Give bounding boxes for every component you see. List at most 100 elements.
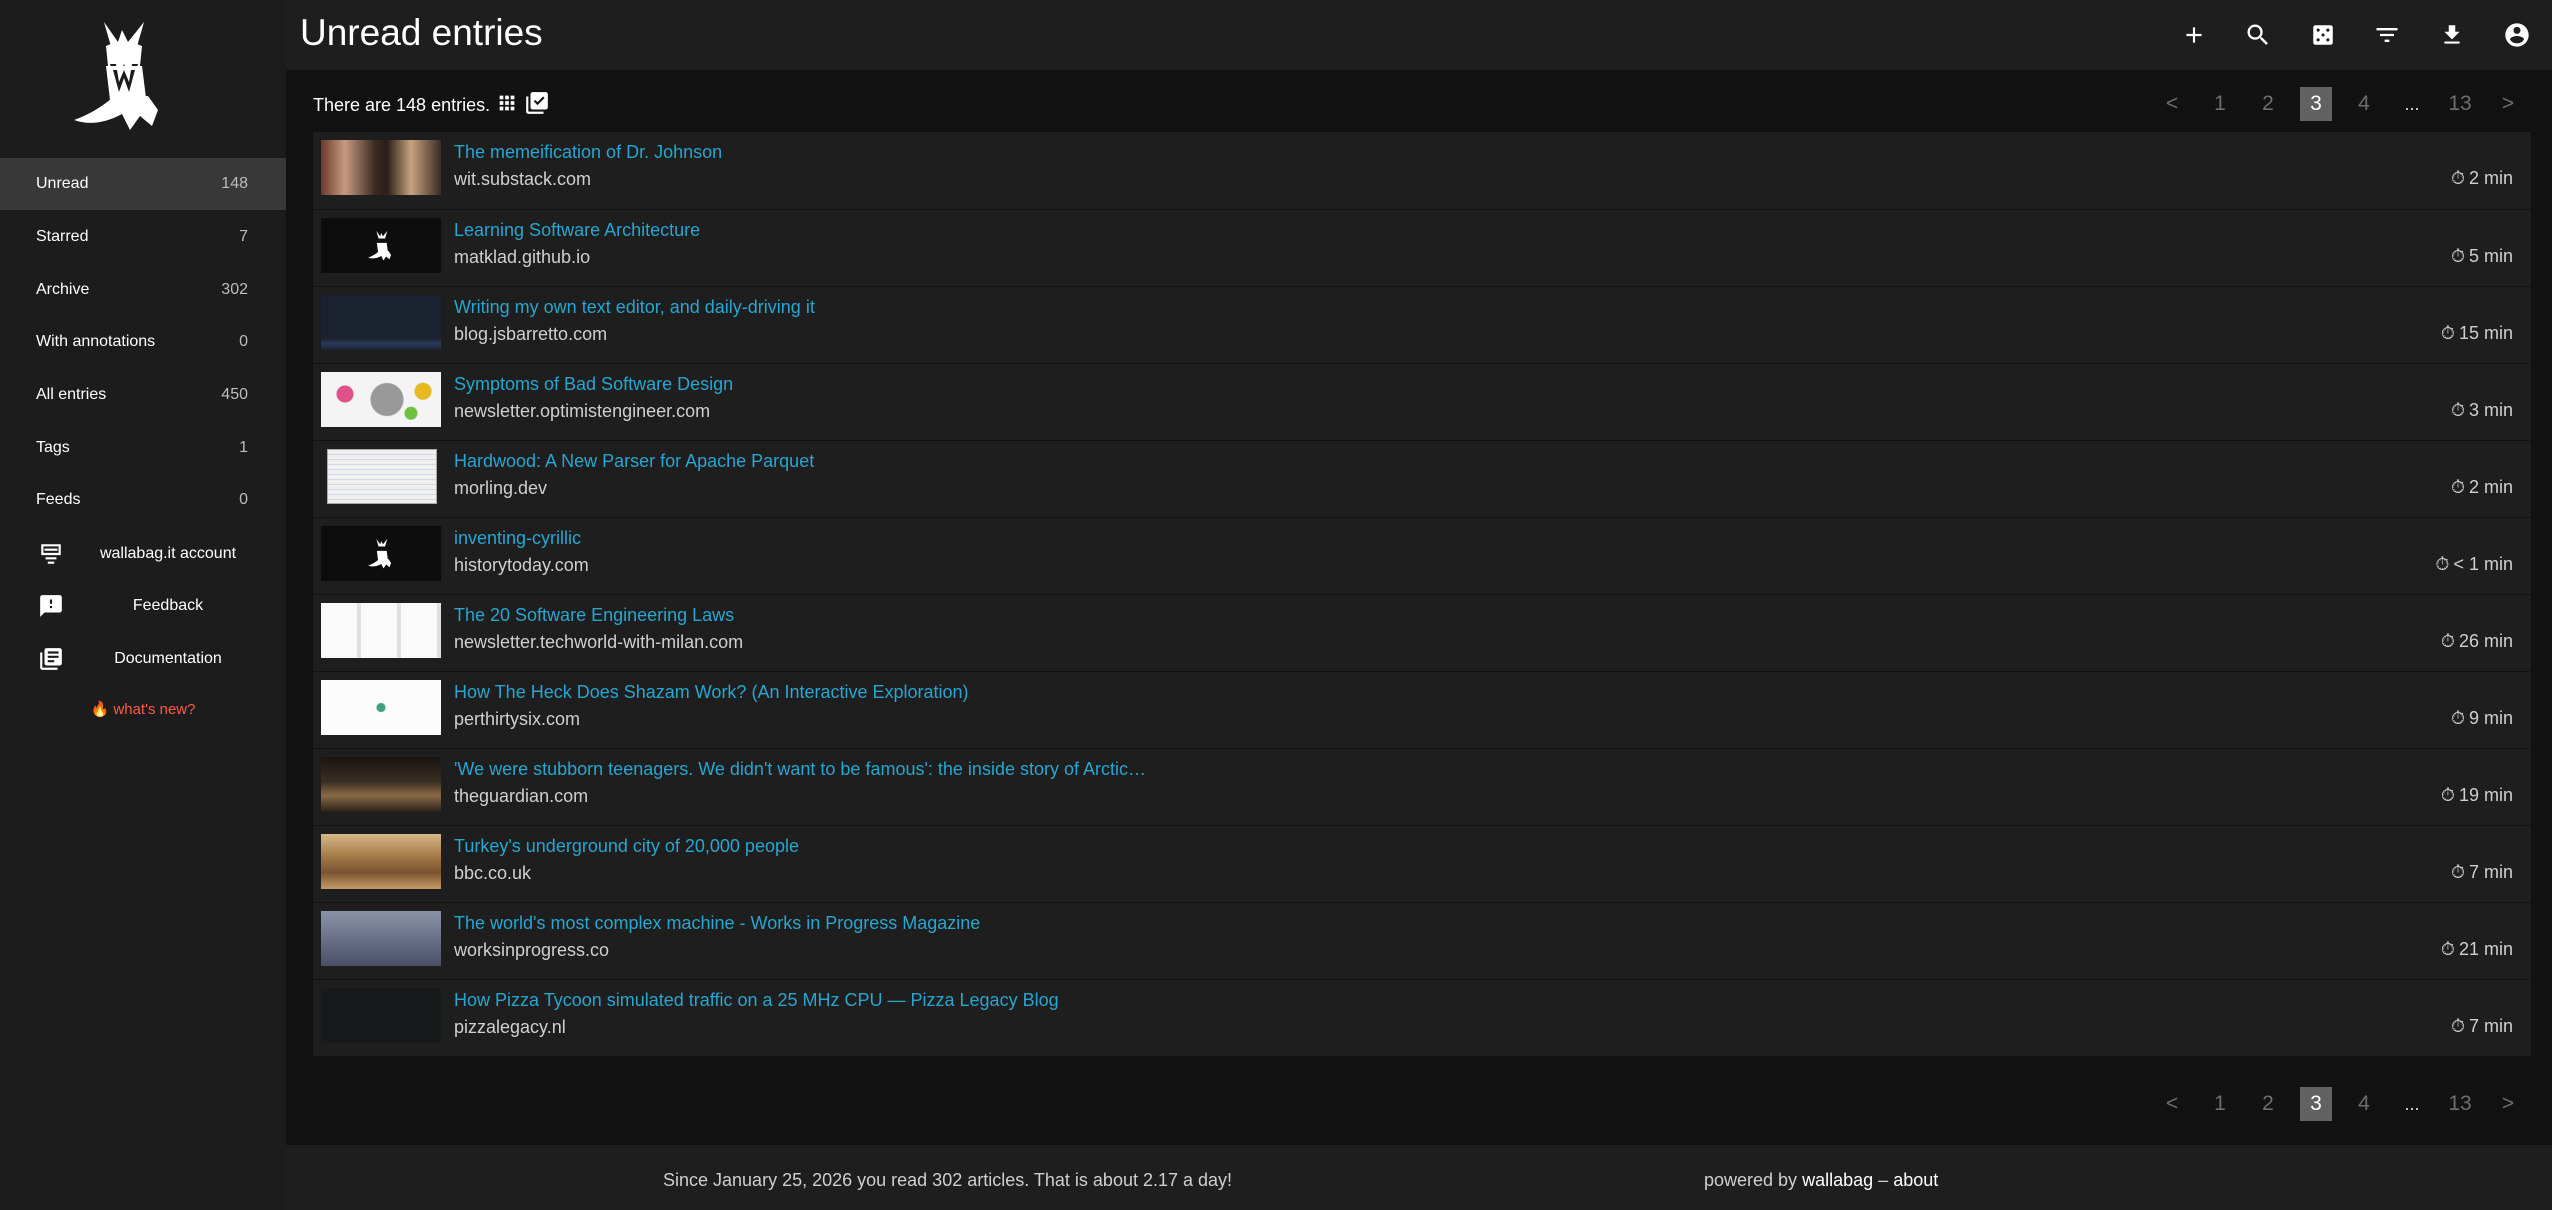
entry-thumbnail[interactable] xyxy=(321,988,441,1043)
reading-time-label: 9 min xyxy=(2468,708,2513,728)
entry-title[interactable]: How The Heck Does Shazam Work? (An Inter… xyxy=(454,682,969,703)
entry-thumbnail[interactable] xyxy=(321,834,441,889)
entry-domain[interactable]: morling.dev xyxy=(454,478,547,499)
entry-domain[interactable]: theguardian.com xyxy=(454,786,588,807)
entry-domain[interactable]: bbc.co.uk xyxy=(454,863,531,884)
entry-list: The memeification of Dr. Johnson wit.sub… xyxy=(313,132,2531,1057)
main-content: There are 148 entries. < 1 2 3 4 ... 13 … xyxy=(286,70,2552,1145)
sidebar-item-annotated[interactable]: With annotations 0 xyxy=(0,316,286,368)
entry-domain[interactable]: wit.substack.com xyxy=(454,169,591,190)
reading-time-label: < 1 min xyxy=(2453,554,2513,574)
export-icon[interactable] xyxy=(2435,18,2469,52)
whats-new-link[interactable]: 🔥 what's new? xyxy=(0,700,286,718)
sidebar-item-all-entries[interactable]: All entries 450 xyxy=(0,369,286,421)
pagination-page[interactable]: 1 xyxy=(2196,87,2244,121)
account-card-icon xyxy=(36,539,66,569)
sidebar-item-unread[interactable]: Unread 148 xyxy=(0,158,286,210)
footer: Since January 25, 2026 you read 302 arti… xyxy=(286,1145,2552,1210)
account-icon[interactable] xyxy=(2500,18,2534,52)
pagination-next[interactable]: > xyxy=(2484,1087,2532,1121)
reading-time-label: 21 min xyxy=(2458,939,2513,959)
entry-thumbnail[interactable] xyxy=(321,603,441,658)
entry-title[interactable]: 'We were stubborn teenagers. We didn't w… xyxy=(454,759,1146,780)
entry-title[interactable]: The 20 Software Engineering Laws xyxy=(454,605,734,626)
entry-row: 'We were stubborn teenagers. We didn't w… xyxy=(313,749,2531,826)
pagination-page-current[interactable]: 3 xyxy=(2292,87,2340,121)
pagination-ellipsis: ... xyxy=(2404,1094,2420,1114)
entry-thumbnail[interactable] xyxy=(321,911,441,966)
entry-title[interactable]: Hardwood: A New Parser for Apache Parque… xyxy=(454,451,814,472)
pagination-page[interactable]: 1 xyxy=(2196,1087,2244,1121)
sidebar-link-wallabag-account[interactable]: wallabag.it account xyxy=(0,528,286,580)
sidebar-link-label: Documentation xyxy=(114,650,222,667)
entry-domain[interactable]: newsletter.optimistengineer.com xyxy=(454,401,710,422)
sidebar-item-label: All entries xyxy=(36,386,107,403)
entry-row: The world's most complex machine - Works… xyxy=(313,903,2531,980)
entry-domain[interactable]: historytoday.com xyxy=(454,555,589,576)
pagination-page[interactable]: 13 xyxy=(2436,87,2484,121)
entry-thumbnail[interactable] xyxy=(321,680,441,735)
entry-title[interactable]: The world's most complex machine - Works… xyxy=(454,913,980,934)
entry-thumbnail[interactable] xyxy=(327,449,437,504)
pagination-page-current[interactable]: 3 xyxy=(2292,1087,2340,1121)
sidebar-item-count: 302 xyxy=(221,281,248,298)
random-icon[interactable] xyxy=(2306,18,2340,52)
entry-thumbnail[interactable] xyxy=(321,295,441,350)
entry-thumbnail[interactable] xyxy=(321,218,441,273)
sidebar-item-feeds[interactable]: Feeds 0 xyxy=(0,474,286,526)
add-icon[interactable] xyxy=(2177,18,2211,52)
entry-domain[interactable]: worksinprogress.co xyxy=(454,940,609,961)
sidebar-link-documentation[interactable]: Documentation xyxy=(0,633,286,685)
about-link[interactable]: about xyxy=(1893,1170,1938,1190)
pagination-next[interactable]: > xyxy=(2484,87,2532,121)
pagination-page[interactable]: 2 xyxy=(2244,87,2292,121)
wallabag-logo[interactable] xyxy=(66,20,176,135)
entry-domain[interactable]: blog.jsbarretto.com xyxy=(454,324,607,345)
entry-title[interactable]: The memeification of Dr. Johnson xyxy=(454,142,722,163)
sidebar-item-starred[interactable]: Starred 7 xyxy=(0,211,286,263)
timer-icon: ⏱ xyxy=(2440,323,2455,343)
sidebar-link-label: wallabag.it account xyxy=(99,545,237,562)
filter-icon[interactable] xyxy=(2370,18,2404,52)
grid-view-icon[interactable] xyxy=(496,92,518,119)
entry-title[interactable]: Writing my own text editor, and daily-dr… xyxy=(454,297,815,318)
entry-thumbnail[interactable] xyxy=(321,140,441,195)
reading-time: ⏱ < 1 min xyxy=(2435,554,2513,575)
pagination-top: < 1 2 3 4 ... 13 > xyxy=(2148,87,2532,121)
entry-title[interactable]: Learning Software Architecture xyxy=(454,220,700,241)
wallabag-link[interactable]: wallabag xyxy=(1802,1170,1873,1190)
entry-title[interactable]: Turkey's underground city of 20,000 peop… xyxy=(454,836,799,857)
timer-icon: ⏱ xyxy=(2450,862,2465,882)
entry-thumbnail[interactable] xyxy=(321,526,441,581)
sidebar-item-tags[interactable]: Tags 1 xyxy=(0,422,286,474)
reading-time: ⏱ 15 min xyxy=(2441,323,2513,344)
pagination-prev[interactable]: < xyxy=(2148,87,2196,121)
pagination-page[interactable]: 4 xyxy=(2340,87,2388,121)
pagination-prev[interactable]: < xyxy=(2148,1087,2196,1121)
pagination-page[interactable]: 13 xyxy=(2436,1087,2484,1121)
reading-time: ⏱ 7 min xyxy=(2451,1016,2513,1037)
entry-thumbnail[interactable] xyxy=(321,372,441,427)
whats-new-label: what's new? xyxy=(113,701,196,718)
entry-title[interactable]: How Pizza Tycoon simulated traffic on a … xyxy=(454,990,1059,1011)
pagination-page[interactable]: 4 xyxy=(2340,1087,2388,1121)
search-icon[interactable] xyxy=(2241,18,2275,52)
entry-domain[interactable]: perthirtysix.com xyxy=(454,709,580,730)
sidebar-link-feedback[interactable]: Feedback xyxy=(0,580,286,632)
entries-info: There are 148 entries. xyxy=(313,90,550,121)
timer-icon: ⏱ xyxy=(2440,631,2455,651)
entry-domain[interactable]: pizzalegacy.nl xyxy=(454,1017,566,1038)
sidebar-item-archive[interactable]: Archive 302 xyxy=(0,264,286,316)
entry-domain[interactable]: matklad.github.io xyxy=(454,247,590,268)
entry-title[interactable]: Symptoms of Bad Software Design xyxy=(454,374,733,395)
reading-time-label: 26 min xyxy=(2458,631,2513,651)
timer-icon: ⏱ xyxy=(2440,939,2455,959)
pagination-page[interactable]: 2 xyxy=(2244,1087,2292,1121)
pagination-bottom: < 1 2 3 4 ... 13 > xyxy=(2148,1087,2532,1121)
entry-domain[interactable]: newsletter.techworld-with-milan.com xyxy=(454,632,743,653)
mass-select-icon[interactable] xyxy=(524,90,550,121)
entry-thumbnail[interactable] xyxy=(321,757,441,812)
reading-time: ⏱ 7 min xyxy=(2451,862,2513,883)
entry-title[interactable]: inventing-cyrillic xyxy=(454,528,581,549)
sidebar-item-count: 450 xyxy=(221,386,248,403)
